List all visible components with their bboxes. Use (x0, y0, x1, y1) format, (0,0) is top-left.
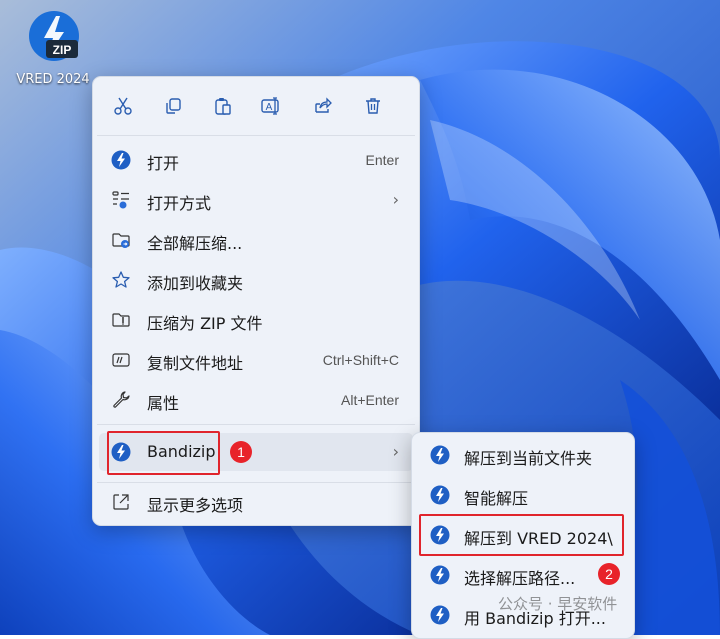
context-menu-toolbar: A (93, 77, 419, 135)
menu-item-show-more-options[interactable]: 显示更多选项 (99, 483, 413, 521)
bandizip-icon (430, 565, 450, 585)
desktop-icon-vred-zip[interactable]: ZIP VRED 2024 (8, 8, 92, 92)
bandizip-zip-icon: ZIP (29, 11, 79, 61)
bandizip-icon (430, 485, 450, 505)
bandizip-icon (430, 605, 450, 625)
rename-button[interactable]: A (256, 91, 286, 121)
delete-button[interactable] (358, 91, 388, 121)
step-badge-2: 2 (598, 563, 620, 585)
more-options-icon (113, 494, 129, 510)
copy-path-icon (112, 353, 130, 367)
submenu-item-label: 智能解压 (464, 489, 529, 508)
submenu-item-smart-extract[interactable]: 智能解压 (418, 476, 628, 514)
submenu-item-extract-here[interactable]: 解压到当前文件夹 (418, 436, 628, 474)
extract-folder-icon (112, 233, 130, 248)
chevron-right-icon: › (392, 190, 399, 209)
svg-text:A: A (266, 102, 273, 113)
highlight-box-extract-to (419, 514, 624, 556)
menu-item-shortcut: Enter (365, 152, 399, 168)
svg-text:ZIP: ZIP (53, 43, 72, 57)
submenu-item-label: 选择解压路径... (464, 569, 576, 588)
menu-item-copy-path[interactable]: 复制文件地址 Ctrl+Shift+C (99, 341, 413, 379)
menu-item-label: 打开方式 (147, 194, 212, 213)
menu-item-label: 全部解压缩... (147, 234, 243, 253)
menu-item-open-with[interactable]: 打开方式 › (99, 181, 413, 219)
watermark: 公众号 · 早安软件 (498, 595, 618, 613)
chevron-right-icon: › (392, 442, 399, 461)
submenu-item-label: 解压到当前文件夹 (464, 449, 593, 468)
menu-item-label: 打开 (147, 154, 180, 173)
menu-item-add-favorites[interactable]: 添加到收藏夹 (99, 261, 413, 299)
open-with-icon (112, 191, 129, 209)
menu-item-shortcut: Ctrl+Shift+C (322, 352, 399, 368)
menu-divider (97, 424, 415, 425)
menu-item-label: 显示更多选项 (147, 496, 244, 515)
share-button[interactable] (308, 91, 338, 121)
copy-icon (166, 98, 181, 114)
desktop-icon-label: VRED 2024 (16, 72, 90, 87)
bandizip-icon (430, 445, 450, 465)
copy-button[interactable] (158, 91, 188, 121)
submenu-item-choose-path[interactable]: 选择解压路径... (418, 556, 628, 594)
menu-item-properties[interactable]: 属性 Alt+Enter (99, 381, 413, 419)
delete-icon (366, 98, 380, 114)
menu-item-label: 属性 (147, 394, 180, 413)
menu-item-extract-all[interactable]: 全部解压缩... (99, 221, 413, 259)
rename-icon: A (261, 97, 279, 115)
menu-item-label: 复制文件地址 (147, 354, 244, 373)
menu-item-label: 添加到收藏夹 (147, 274, 244, 293)
zip-folder-icon (112, 313, 130, 327)
highlight-box-bandizip (107, 431, 220, 475)
cut-icon (114, 97, 132, 115)
bandizip-icon (111, 150, 131, 170)
wrench-icon (113, 391, 130, 408)
star-icon (112, 271, 130, 288)
share-icon (315, 97, 332, 113)
menu-item-label: 压缩为 ZIP 文件 (147, 314, 263, 333)
step-badge-1: 1 (230, 441, 252, 463)
menu-item-open[interactable]: 打开 Enter (99, 141, 413, 179)
menu-item-shortcut: Alt+Enter (341, 392, 399, 408)
paste-button[interactable] (208, 91, 238, 121)
toolbar-divider (97, 135, 415, 136)
menu-item-compress-zip[interactable]: 压缩为 ZIP 文件 (99, 301, 413, 339)
cut-button[interactable] (108, 91, 138, 121)
paste-icon (215, 98, 231, 115)
